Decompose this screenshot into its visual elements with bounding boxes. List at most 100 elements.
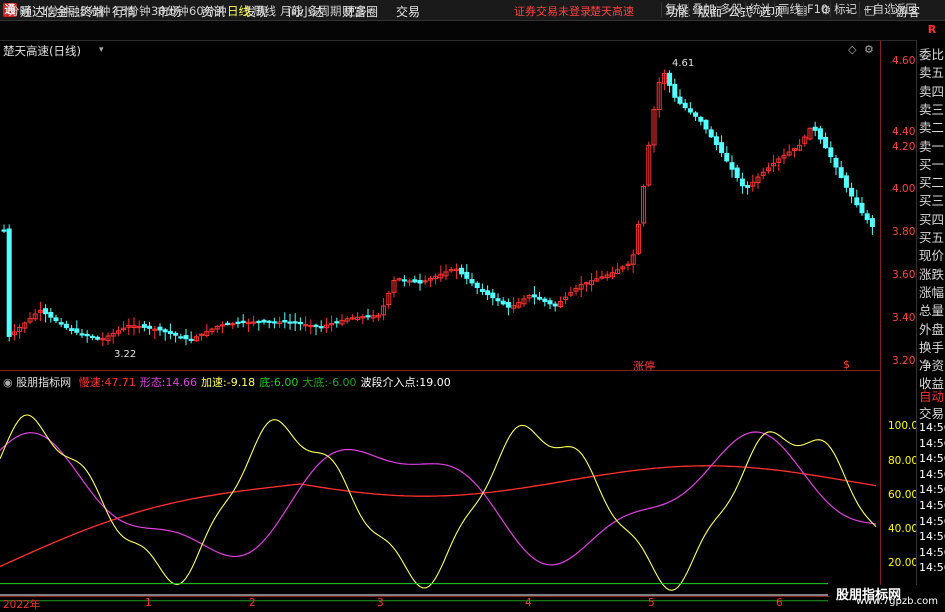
settings-small-icon[interactable]: ⚙ (864, 43, 874, 56)
indicator-tick: 40.00 (888, 523, 919, 535)
indicator-legend-item: 波段介入点:19.00 (360, 376, 451, 389)
quote-row-label[interactable]: 买三 (919, 190, 944, 209)
candle-body (79, 333, 85, 336)
quote-row-label[interactable]: 卖四 (919, 81, 944, 100)
candle-body (287, 321, 293, 324)
candle-body (703, 119, 709, 130)
diamond-icon[interactable]: ◇ (848, 43, 856, 56)
quote-row-label[interactable]: 买一 (919, 154, 944, 173)
date-label: 1 (145, 597, 152, 609)
quote-row-label[interactable]: 委比 (919, 44, 944, 63)
tick-time: 14:56 (919, 514, 945, 528)
candle-body (812, 126, 818, 131)
candle-body (833, 157, 839, 168)
candle-body (495, 298, 501, 302)
chart-canvas[interactable] (0, 40, 880, 609)
candle-body (69, 328, 75, 332)
indicator-legend-item: 底:6.00 (259, 376, 299, 389)
tick-time: 14:56 (919, 421, 945, 434)
date-label: 6 (776, 597, 783, 609)
tab-60min[interactable]: 60分钟 (189, 3, 227, 19)
chevron-right-icon[interactable]: › (366, 3, 371, 17)
quote-row-label[interactable]: 净资 (919, 355, 944, 374)
btn-biaoji[interactable]: 标记 (830, 2, 860, 17)
candle-body (84, 333, 90, 337)
slow-line (0, 465, 877, 568)
candle-body (724, 152, 730, 162)
tab-weekly[interactable]: 周线 (253, 3, 276, 19)
candle-body (838, 167, 844, 178)
tab-multi-period[interactable]: 多周期 (307, 3, 342, 19)
date-axis (0, 596, 880, 610)
candle-body (682, 102, 688, 109)
btn-diejia[interactable]: 叠加 (688, 2, 718, 17)
tick-time: 14:56 (919, 452, 945, 466)
quote-row-label[interactable]: 卖五 (919, 62, 944, 81)
quote-row-label[interactable]: 外盘 (919, 319, 944, 338)
quote-row-label[interactable]: 卖二 (919, 117, 944, 136)
quote-row-label[interactable]: 现价 (919, 245, 944, 264)
quote-row-label[interactable]: 总量 (919, 300, 944, 319)
candle-body (1, 229, 7, 232)
login-notice[interactable]: 证券交易未登录 (514, 3, 591, 19)
candle-body (141, 324, 147, 328)
price-tick: 4.00 (892, 183, 916, 195)
quote-row-label[interactable]: 买五 (919, 227, 944, 246)
price-tick: 4.40 (892, 126, 916, 138)
tab-daily[interactable]: 日线 (227, 3, 250, 19)
candle-body (552, 303, 558, 307)
btn-fuquan[interactable]: 复权 (661, 2, 691, 17)
indicator-name[interactable]: 股朋指标网 (16, 376, 71, 389)
btn-f10[interactable]: F10 (803, 2, 831, 17)
btn-tongji[interactable]: 统计 (745, 2, 775, 17)
candle-body (464, 271, 470, 279)
candle-body (48, 312, 54, 318)
candle-body (547, 300, 553, 305)
tab-15min[interactable]: 15分钟 (113, 3, 151, 19)
candle-body (531, 294, 537, 298)
limit-up-label: 涨停 (633, 360, 655, 373)
btn-huaxian[interactable]: 画线 (774, 2, 804, 17)
quote-row-label[interactable]: 卖三 (919, 99, 944, 118)
candle-body (869, 218, 875, 228)
candle-body (162, 329, 168, 333)
candle-body (823, 136, 829, 149)
tab-fenshi[interactable]: 分时 (8, 3, 31, 19)
quote-row-label[interactable]: 卖一 (919, 136, 944, 155)
btn-duogu[interactable]: 多股 (716, 2, 746, 17)
candle-body (292, 321, 298, 324)
r-badge[interactable]: R (922, 22, 942, 38)
candle-body (542, 298, 548, 303)
title-dropdown-icon[interactable]: ▾ (99, 45, 104, 55)
candle-body (698, 116, 704, 122)
quote-row-label[interactable]: 涨幅 (919, 282, 944, 301)
quote-row-label[interactable]: 涨跌 (919, 264, 944, 283)
candle-body (334, 321, 340, 324)
low-price-label: 3.22 (114, 349, 137, 360)
quote-row-label[interactable]: 买二 (919, 172, 944, 191)
candle-body (147, 325, 153, 329)
tab-1min[interactable]: 1分钟 (40, 3, 70, 19)
tab-monthly[interactable]: 月线 (280, 3, 303, 19)
candle-body (401, 279, 407, 282)
candle-body (412, 279, 418, 283)
tick-time: 14:56 (919, 436, 945, 450)
indicator-legend-item: 慢速:47.71 (78, 376, 136, 389)
indicator-legend: ◉ 股朋指标网 慢速:47.71 形态:14.66 加速:-9.18 底:6.00 大底… (3, 374, 451, 390)
tab-5min[interactable]: 5分钟 (80, 3, 110, 19)
candle-body (261, 319, 267, 323)
tab-more[interactable]: 更多 (344, 3, 367, 19)
tab-30min[interactable]: 30分钟 (151, 3, 189, 19)
candle-body (745, 185, 751, 188)
trade-row-label[interactable]: 交易 (919, 403, 944, 422)
menu-jiaoyi[interactable]: 交易 (396, 3, 420, 20)
indicator-settings-icon[interactable]: ◉ (3, 376, 13, 389)
candle-body (178, 336, 184, 339)
quote-row-label[interactable]: 买四 (919, 209, 944, 228)
candle-body (173, 332, 179, 336)
period-bar (0, 21, 945, 41)
btn-fanhui[interactable]: 返回 (890, 2, 920, 17)
quote-row-label[interactable]: 换手 (919, 337, 944, 356)
indicator-tick: 80.00 (888, 455, 919, 467)
candle-body (729, 162, 735, 170)
